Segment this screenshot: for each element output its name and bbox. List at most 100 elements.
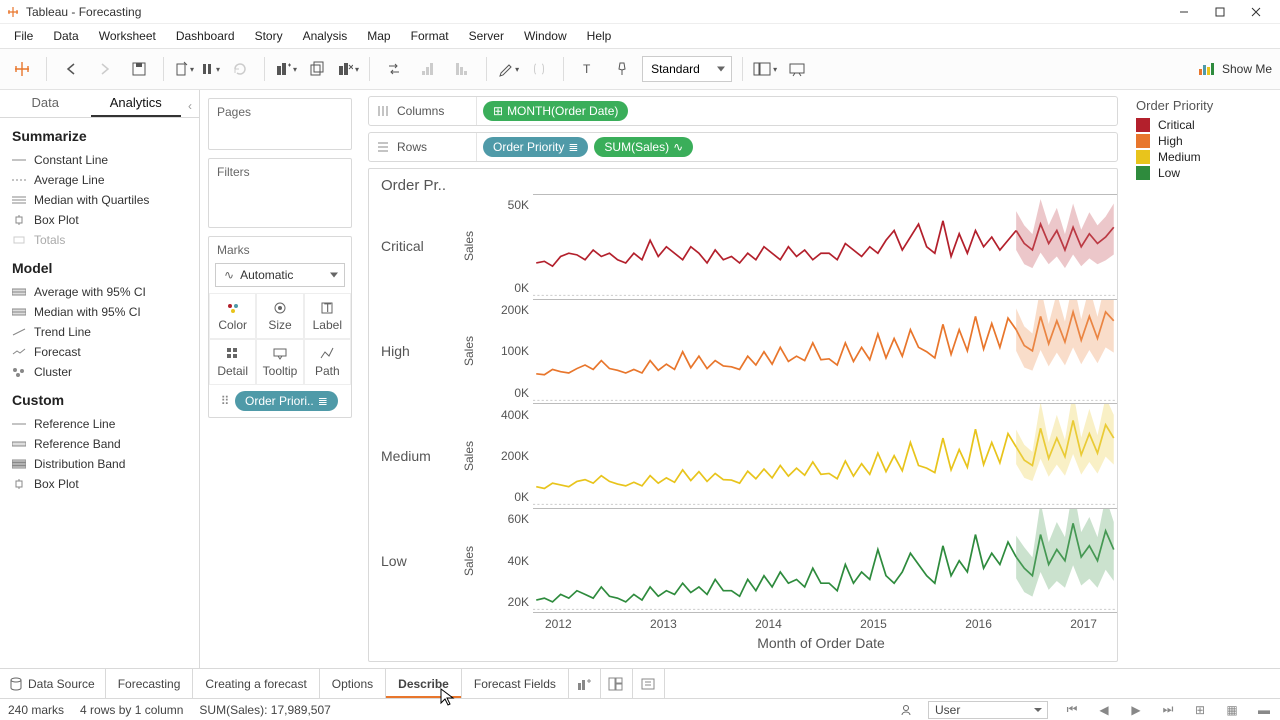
last-sheet-icon[interactable]: ⏭ — [1160, 702, 1176, 718]
analytics-box-plot-2[interactable]: Box Plot — [0, 474, 199, 494]
tab-analytics[interactable]: Analytics — [91, 90, 182, 117]
chart-row-medium[interactable] — [533, 404, 1117, 509]
close-button[interactable] — [1238, 0, 1274, 24]
marks-color[interactable]: Color — [209, 293, 256, 339]
analytics-median-quartiles[interactable]: Median with Quartiles — [0, 190, 199, 210]
pin-button[interactable] — [608, 55, 636, 83]
filters-card[interactable]: Filters — [208, 158, 352, 228]
minimize-button[interactable] — [1166, 0, 1202, 24]
row-header-medium[interactable]: Medium — [369, 404, 459, 509]
refresh-button[interactable] — [226, 55, 254, 83]
tab-data[interactable]: Data — [0, 90, 91, 117]
user-select[interactable]: User — [928, 701, 1048, 719]
pause-button[interactable]: ▾ — [200, 61, 220, 77]
show-filmstrip-icon[interactable]: ▦ — [1224, 702, 1240, 718]
sidebar-collapse-icon[interactable]: ‹ — [181, 99, 199, 117]
sheet-tab[interactable]: Options — [320, 669, 386, 698]
analytics-forecast[interactable]: Forecast — [0, 342, 199, 362]
pill-sum-sales[interactable]: SUM(Sales) ∿ — [594, 137, 693, 157]
label-button[interactable]: T — [574, 55, 602, 83]
chart-row-critical[interactable] — [533, 195, 1117, 300]
prev-sheet-icon[interactable]: ◀ — [1096, 702, 1112, 718]
marks-pill-order-priority[interactable]: Order Priori.. ≣ — [235, 391, 338, 411]
marks-detail[interactable]: Detail — [209, 339, 256, 385]
swap-button[interactable] — [380, 55, 408, 83]
new-story-tab[interactable] — [633, 669, 665, 698]
rows-shelf[interactable]: Rows Order Priority ≣ SUM(Sales) ∿ — [368, 132, 1118, 162]
analytics-ref-band[interactable]: Reference Band — [0, 434, 199, 454]
menu-worksheet[interactable]: Worksheet — [89, 27, 166, 45]
analytics-dist-band[interactable]: Distribution Band — [0, 454, 199, 474]
show-tabs-icon[interactable]: ⊞ — [1192, 702, 1208, 718]
clear-button[interactable]: ▾ — [337, 61, 359, 77]
analytics-average-line[interactable]: Average Line — [0, 170, 199, 190]
marks-type-select[interactable]: Automatic — [215, 263, 345, 287]
analytics-constant-line[interactable]: Constant Line — [0, 150, 199, 170]
sheet-bar: Data Source ForecastingCreating a foreca… — [0, 668, 1280, 698]
marks-label[interactable]: TLabel — [304, 293, 351, 339]
sort-desc-button[interactable] — [448, 55, 476, 83]
menu-format[interactable]: Format — [401, 27, 459, 45]
new-dashboard-tab[interactable] — [601, 669, 633, 698]
tableau-home-icon[interactable] — [8, 55, 36, 83]
analytics-ref-line[interactable]: Reference Line — [0, 414, 199, 434]
pill-month-orderdate[interactable]: ⊞MONTH(Order Date) — [483, 101, 628, 121]
menu-dashboard[interactable]: Dashboard — [166, 27, 245, 45]
marks-pill-row[interactable]: ⠿ Order Priori.. ≣ — [215, 391, 345, 411]
forward-button[interactable] — [91, 55, 119, 83]
analytics-avg-ci[interactable]: Average with 95% CI — [0, 282, 199, 302]
columns-shelf[interactable]: Columns ⊞MONTH(Order Date) — [368, 96, 1118, 126]
row-header-critical[interactable]: Critical — [369, 194, 459, 299]
save-button[interactable] — [125, 55, 153, 83]
show-sheets-icon[interactable]: ▬ — [1256, 702, 1272, 718]
sort-asc-button[interactable] — [414, 55, 442, 83]
menu-analysis[interactable]: Analysis — [293, 27, 358, 45]
new-worksheet-tab[interactable] — [569, 669, 601, 698]
pages-card[interactable]: Pages — [208, 98, 352, 150]
analytics-cluster[interactable]: Cluster — [0, 362, 199, 382]
menu-data[interactable]: Data — [43, 27, 88, 45]
titlebar: Tableau - Forecasting — [0, 0, 1280, 24]
sheet-tab[interactable]: Forecasting — [106, 669, 194, 698]
legend-item[interactable]: Low — [1136, 165, 1270, 181]
maximize-button[interactable] — [1202, 0, 1238, 24]
legend-item[interactable]: Critical — [1136, 117, 1270, 133]
chart-row-low[interactable] — [533, 509, 1117, 614]
chart-canvas[interactable] — [533, 194, 1117, 613]
pill-order-priority[interactable]: Order Priority ≣ — [483, 137, 588, 157]
cards-button[interactable]: ▾ — [753, 61, 777, 77]
row-header-high[interactable]: High — [369, 299, 459, 404]
marks-path[interactable]: Path — [304, 339, 351, 385]
sheet-tab[interactable]: Describe — [386, 669, 462, 698]
legend-swatch — [1136, 150, 1150, 164]
menu-file[interactable]: File — [4, 27, 43, 45]
data-source-tab[interactable]: Data Source — [0, 669, 106, 698]
new-worksheet-button[interactable]: ▾ — [275, 61, 297, 77]
highlight-button[interactable]: ▾ — [497, 61, 519, 77]
show-me-button[interactable]: Show Me — [1198, 61, 1272, 77]
duplicate-button[interactable] — [303, 55, 331, 83]
menu-server[interactable]: Server — [459, 27, 514, 45]
menu-map[interactable]: Map — [357, 27, 400, 45]
marks-size[interactable]: Size — [256, 293, 303, 339]
analytics-med-ci[interactable]: Median with 95% CI — [0, 302, 199, 322]
legend-item[interactable]: Medium — [1136, 149, 1270, 165]
menu-story[interactable]: Story — [245, 27, 293, 45]
analytics-trend-line[interactable]: Trend Line — [0, 322, 199, 342]
menu-window[interactable]: Window — [514, 27, 577, 45]
analytics-box-plot[interactable]: Box Plot — [0, 210, 199, 230]
row-header-low[interactable]: Low — [369, 508, 459, 613]
fit-select[interactable]: Standard — [642, 56, 732, 82]
next-sheet-icon[interactable]: ▶ — [1128, 702, 1144, 718]
back-button[interactable] — [57, 55, 85, 83]
sheet-tab[interactable]: Creating a forecast — [193, 669, 319, 698]
new-datasource-button[interactable]: ▾ — [174, 61, 194, 77]
marks-tooltip[interactable]: Tooltip — [256, 339, 303, 385]
legend-item[interactable]: High — [1136, 133, 1270, 149]
first-sheet-icon[interactable]: ⏮ — [1064, 702, 1080, 718]
chart-row-high[interactable] — [533, 300, 1117, 405]
sheet-tab[interactable]: Forecast Fields — [462, 669, 569, 698]
menu-help[interactable]: Help — [577, 27, 622, 45]
presentation-button[interactable] — [783, 55, 811, 83]
group-button[interactable] — [525, 55, 553, 83]
